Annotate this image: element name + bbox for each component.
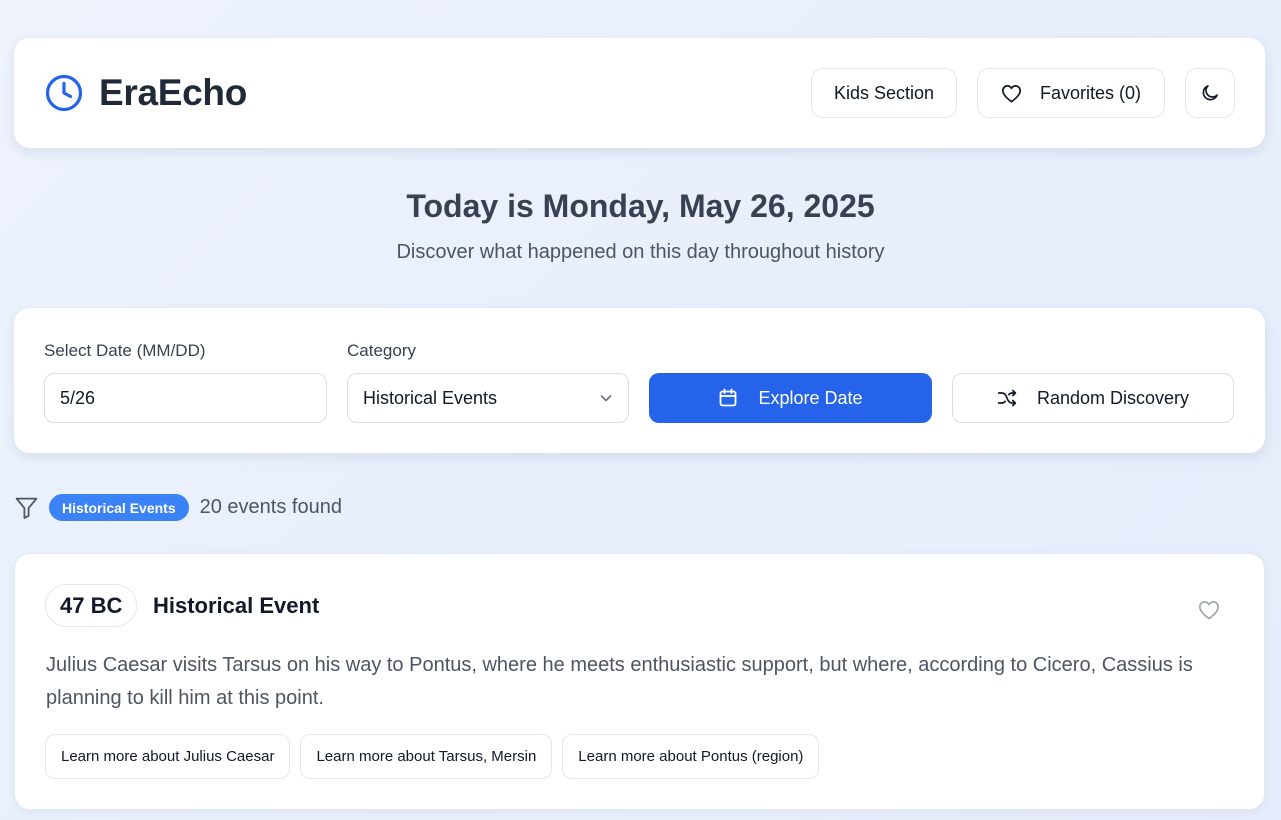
kids-section-button[interactable]: Kids Section	[811, 68, 957, 118]
favorites-label: Favorites (0)	[1039, 82, 1142, 103]
moon-icon	[1202, 85, 1218, 101]
learn-more-link[interactable]: Learn more about Pontus (region)	[562, 734, 820, 779]
event-type: Historical Event	[153, 593, 320, 618]
active-category-badge: Historical Events	[49, 494, 189, 521]
filter-row: Historical Events 20 events found	[14, 494, 342, 521]
category-label: Category	[347, 341, 416, 360]
date-value: 5/26	[60, 387, 96, 408]
event-year-badge: 47 BC	[45, 584, 138, 627]
calendar-icon	[720, 388, 737, 407]
random-discovery-label: Random Discovery	[1036, 387, 1190, 408]
app-header: EraEcho Kids Section Favorites (0)	[14, 38, 1265, 148]
results-count: 20 events found	[199, 496, 342, 518]
date-input[interactable]: 5/26	[44, 373, 327, 423]
explore-date-button[interactable]: Explore Date	[649, 373, 932, 423]
learn-more-link[interactable]: Learn more about Julius Caesar	[45, 734, 291, 779]
category-select[interactable]: Historical Events	[347, 373, 629, 423]
learn-more-link[interactable]: Learn more about Tarsus, Mersin	[300, 734, 553, 779]
shuffle-icon	[997, 389, 1017, 407]
search-controls: Select Date (MM/DD) 5/26 Category Histor…	[14, 308, 1265, 453]
heart-icon[interactable]	[1198, 599, 1220, 621]
header-actions: Kids Section Favorites (0)	[811, 68, 1235, 118]
random-discovery-button[interactable]: Random Discovery	[952, 373, 1234, 423]
filter-icon	[15, 497, 38, 519]
page-title: Today is Monday, May 26, 2025	[406, 188, 875, 224]
event-card: 47 BC Historical Event Julius Caesar vis…	[14, 553, 1265, 810]
theme-toggle-button[interactable]	[1185, 68, 1235, 118]
page-subtitle: Discover what happened on this day throu…	[396, 241, 885, 263]
date-label: Select Date (MM/DD)	[44, 341, 206, 360]
category-value: Historical Events	[363, 387, 498, 408]
favorites-button[interactable]: Favorites (0)	[977, 68, 1165, 118]
app-title: EraEcho	[99, 72, 248, 113]
event-description: Julius Caesar visits Tarsus on his way t…	[46, 654, 1193, 709]
explore-date-label: Explore Date	[758, 387, 863, 408]
chevron-down-icon	[600, 395, 612, 402]
brand[interactable]: EraEcho	[44, 72, 247, 114]
clock-icon	[45, 74, 83, 112]
heart-icon	[1001, 84, 1021, 103]
event-links: Learn more about Julius Caesar Learn mor…	[45, 734, 829, 779]
